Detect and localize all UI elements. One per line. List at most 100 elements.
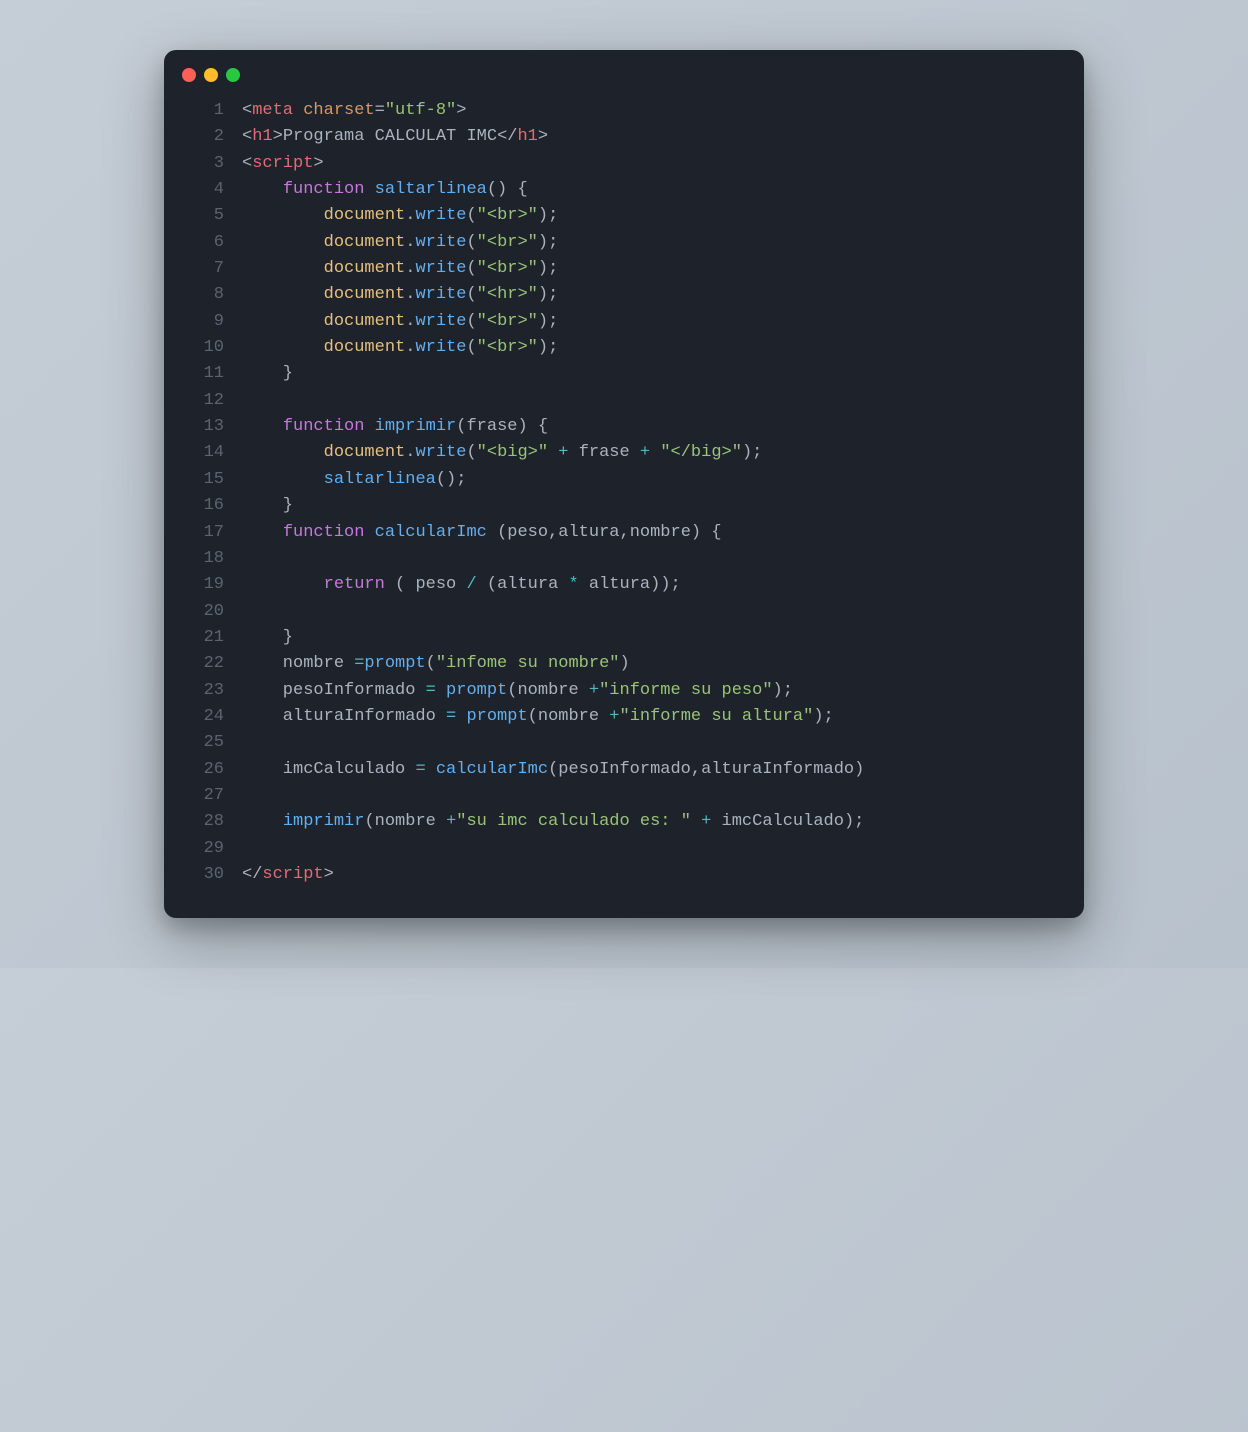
code-line: 26 imcCalculado = calcularImc(pesoInform…	[164, 757, 1066, 783]
token-punct: )	[619, 654, 629, 673]
line-number: 26	[164, 757, 242, 783]
token-punct: (	[466, 338, 476, 357]
code-line: 30</script>	[164, 862, 1066, 888]
token-string: "<br>"	[477, 259, 538, 278]
token-fname: write	[415, 443, 466, 462]
token-punct: (	[548, 760, 558, 779]
token-text: nombre	[517, 681, 588, 700]
token-text	[242, 443, 324, 462]
token-punct: (	[456, 417, 466, 436]
token-text	[487, 523, 497, 542]
token-text	[691, 812, 701, 831]
minimize-icon[interactable]	[204, 68, 218, 82]
token-op: =	[446, 707, 456, 726]
token-fname: saltarlinea	[375, 180, 487, 199]
line-content	[242, 783, 1066, 809]
line-content: function calcularImc (peso,altura,nombre…	[242, 520, 1066, 546]
line-content: pesoInformado = prompt(nombre +"informe …	[242, 678, 1066, 704]
line-content: document.write("<br>");	[242, 335, 1066, 361]
token-text: nombre	[538, 707, 609, 726]
code-line: 18	[164, 546, 1066, 572]
token-fname: write	[415, 206, 466, 225]
maximize-icon[interactable]	[226, 68, 240, 82]
token-punct: ) {	[517, 417, 548, 436]
token-tag: h1	[517, 127, 537, 146]
token-fname: calcularImc	[375, 523, 487, 542]
token-op: =	[354, 654, 364, 673]
line-number: 13	[164, 414, 242, 440]
close-icon[interactable]	[182, 68, 196, 82]
line-number: 28	[164, 809, 242, 835]
token-fname: write	[415, 338, 466, 357]
token-text	[242, 470, 324, 489]
token-fname: write	[415, 259, 466, 278]
token-text: alturaInformado	[242, 707, 446, 726]
line-content: imprimir(nombre +"su imc calculado es: "…	[242, 809, 1066, 835]
token-punct: (	[426, 654, 436, 673]
line-number: 17	[164, 520, 242, 546]
token-op: +	[701, 812, 711, 831]
code-window: 1<meta charset="utf-8">2<h1>Programa CAL…	[164, 50, 1084, 918]
code-line: 22 nombre =prompt("infome su nombre")	[164, 651, 1066, 677]
code-line: 1<meta charset="utf-8">	[164, 98, 1066, 124]
token-punct: );	[538, 233, 558, 252]
token-string: "<hr>"	[477, 285, 538, 304]
token-text	[364, 180, 374, 199]
line-content: document.write("<br>");	[242, 203, 1066, 229]
token-punct: >	[456, 101, 466, 120]
token-fname: imprimir	[283, 812, 365, 831]
token-punct: .	[405, 259, 415, 278]
token-tag: script	[262, 865, 323, 884]
token-punct: <	[242, 127, 252, 146]
code-line: 28 imprimir(nombre +"su imc calculado es…	[164, 809, 1066, 835]
token-punct: >	[313, 154, 323, 173]
line-content: return ( peso / (altura * altura));	[242, 572, 1066, 598]
line-content	[242, 730, 1066, 756]
line-number: 14	[164, 440, 242, 466]
token-attr: charset	[303, 101, 374, 120]
token-text	[242, 812, 283, 831]
code-line: 29	[164, 836, 1066, 862]
line-content: </script>	[242, 862, 1066, 888]
token-param: peso	[507, 523, 548, 542]
token-text	[242, 206, 324, 225]
code-line: 5 document.write("<br>");	[164, 203, 1066, 229]
token-op: +	[446, 812, 456, 831]
token-text	[242, 233, 324, 252]
token-punct: (	[466, 443, 476, 462]
line-content: <h1>Programa CALCULAT IMC</h1>	[242, 124, 1066, 150]
token-string: "</big>"	[660, 443, 742, 462]
token-punct: <	[242, 154, 252, 173]
line-content: }	[242, 361, 1066, 387]
line-content: }	[242, 493, 1066, 519]
line-number: 12	[164, 388, 242, 414]
token-punct: .	[405, 443, 415, 462]
token-fname: imprimir	[375, 417, 457, 436]
token-text: nombre	[242, 654, 354, 673]
token-text: ( peso	[385, 575, 467, 594]
line-content: imcCalculado = calcularImc(pesoInformado…	[242, 757, 1066, 783]
token-op: +	[589, 681, 599, 700]
code-line: 12	[164, 388, 1066, 414]
code-line: 14 document.write("<big>" + frase + "</b…	[164, 440, 1066, 466]
token-text	[242, 285, 324, 304]
token-string: "su imc calculado es: "	[456, 812, 691, 831]
token-op: =	[426, 681, 436, 700]
code-line: 19 return ( peso / (altura * altura));	[164, 572, 1066, 598]
token-punct: (	[466, 312, 476, 331]
token-tag: meta	[252, 101, 293, 120]
token-text: pesoInformado	[242, 681, 426, 700]
token-fname: prompt	[364, 654, 425, 673]
token-punct: );	[538, 285, 558, 304]
token-string: "<br>"	[477, 233, 538, 252]
token-ident: document	[324, 443, 406, 462]
token-punct: .	[405, 233, 415, 252]
line-content: saltarlinea();	[242, 467, 1066, 493]
token-punct: )	[854, 760, 864, 779]
token-param: nombre	[630, 523, 691, 542]
code-line: 4 function saltarlinea() {	[164, 177, 1066, 203]
line-content: nombre =prompt("infome su nombre")	[242, 651, 1066, 677]
token-text	[242, 575, 324, 594]
token-kw: function	[283, 523, 365, 542]
token-param: altura	[558, 523, 619, 542]
